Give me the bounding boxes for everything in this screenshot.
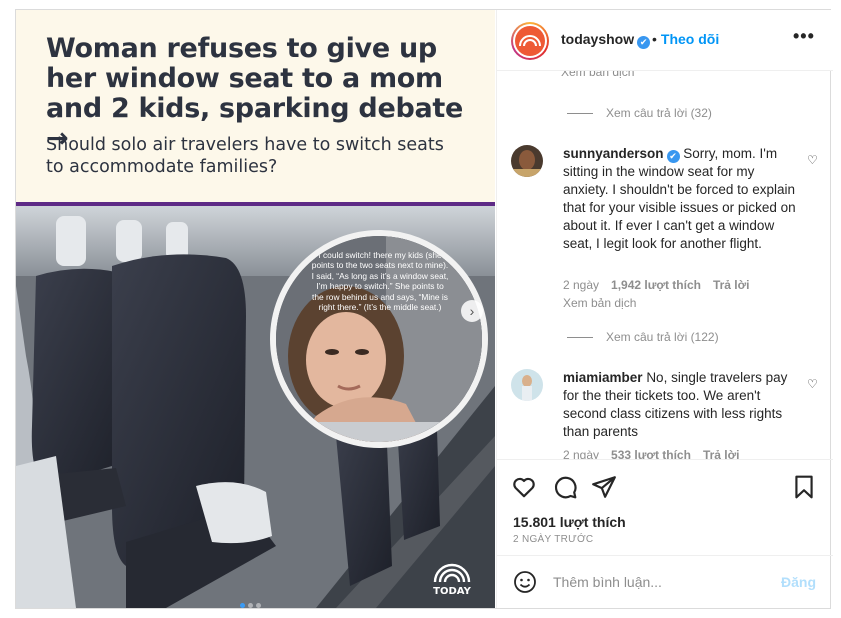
today-logo: TODAY — [429, 558, 475, 597]
comment-text: sunnyanderson ✔ Sorry, mom. I'm sitting i… — [563, 145, 803, 253]
caption-overlay: I could switch! there my kids (she point… — [311, 250, 449, 313]
follow-separator: • — [652, 31, 657, 47]
replies-divider — [567, 113, 593, 115]
replies-divider — [567, 337, 593, 339]
headline-panel: Woman refuses to give up her window seat… — [16, 10, 495, 202]
comments-list[interactable]: Xem bản dịch Xem câu trả lời (32) sunnya… — [497, 71, 833, 459]
like-comment-heart-icon[interactable]: ♡ — [807, 377, 818, 391]
next-slide-button[interactable]: › — [461, 300, 483, 322]
avatar[interactable] — [511, 369, 543, 401]
post-comment-button[interactable]: Đăng — [781, 574, 816, 590]
carousel-dot — [256, 603, 261, 608]
comment-author[interactable]: sunnyanderson — [563, 146, 664, 161]
comment-likes-count[interactable]: 1,942 lượt thích — [611, 278, 701, 292]
like-heart-icon[interactable] — [511, 474, 537, 500]
comment-body: Sorry, mom. I'm sitting in the window se… — [563, 146, 796, 251]
comment-time: 2 ngày — [563, 278, 600, 292]
share-send-icon[interactable] — [591, 474, 617, 500]
comment-time: 2 ngày — [563, 448, 600, 459]
see-translation-link[interactable]: Xem bản dịch — [563, 296, 636, 310]
comment-author[interactable]: miamiamber — [563, 370, 643, 385]
post-likes-count[interactable]: 15.801 lượt thích — [513, 514, 626, 530]
today-logo-text: TODAY — [433, 586, 471, 596]
more-options-icon[interactable]: ••• — [793, 26, 815, 47]
comment-likes[interactable]: 1,942 lượt thích — [611, 278, 701, 292]
view-replies-label[interactable]: Xem câu trả lời (32) — [606, 106, 712, 120]
video-thumbnail-circle[interactable]: I could switch! there my kids (she point… — [270, 230, 488, 448]
avatar[interactable] — [511, 22, 549, 60]
emoji-icon[interactable] — [513, 570, 537, 594]
post-author[interactable]: todayshow ✔ — [561, 31, 651, 49]
comment-likes[interactable]: 533 lượt thích — [611, 448, 691, 459]
post-actions: 15.801 lượt thích 2 NGÀY TRƯỚC — [497, 459, 833, 555]
post-sidebar: todayshow ✔ • Theo dõi ••• Xem bản dịch Xe… — [496, 10, 833, 608]
comment-meta: 2 ngày 533 lượt thích Trả lời — [563, 448, 751, 459]
comment-meta: 2 ngày 1,942 lượt thích Trả lời — [563, 278, 762, 292]
comment-text: miamiamber No, single travelers pay for … — [563, 369, 803, 441]
comment-likes-count[interactable]: 533 lượt thích — [611, 448, 691, 459]
view-replies-link[interactable]: Xem câu trả lời (32) — [567, 106, 712, 120]
carousel-indicator — [240, 595, 264, 608]
see-translation-link[interactable]: Xem bản dịch — [561, 71, 634, 79]
comment-bubble-icon[interactable] — [552, 474, 578, 500]
carousel-dot-active — [240, 603, 245, 608]
follow-button[interactable]: • Theo dõi — [652, 31, 719, 47]
post-timestamp[interactable]: 2 NGÀY TRƯỚC — [513, 534, 593, 545]
comment-input[interactable] — [553, 570, 763, 594]
post-image[interactable]: Woman refuses to give up her window seat… — [16, 10, 495, 608]
subheadline: Should solo air travelers have to switch… — [46, 135, 444, 177]
follow-label[interactable]: Theo dõi — [661, 31, 719, 47]
view-replies-link[interactable]: Xem câu trả lời (122) — [567, 330, 719, 344]
reply-button[interactable]: Trả lời — [703, 448, 740, 459]
post-author-name[interactable]: todayshow — [561, 31, 634, 47]
avatar[interactable] — [511, 145, 543, 177]
post-dialog: Woman refuses to give up her window seat… — [15, 9, 833, 609]
carousel-dot — [248, 603, 253, 608]
add-comment-bar: Đăng — [497, 555, 833, 608]
verified-badge-icon: ✔ — [637, 36, 651, 49]
post-header: todayshow ✔ • Theo dõi ••• — [497, 10, 833, 71]
reply-button[interactable]: Trả lời — [713, 278, 750, 292]
view-replies-label[interactable]: Xem câu trả lời (122) — [606, 330, 719, 344]
verified-badge-icon: ✔ — [666, 150, 680, 163]
like-comment-heart-icon[interactable]: ♡ — [807, 153, 818, 167]
bookmark-save-icon[interactable] — [791, 474, 817, 500]
